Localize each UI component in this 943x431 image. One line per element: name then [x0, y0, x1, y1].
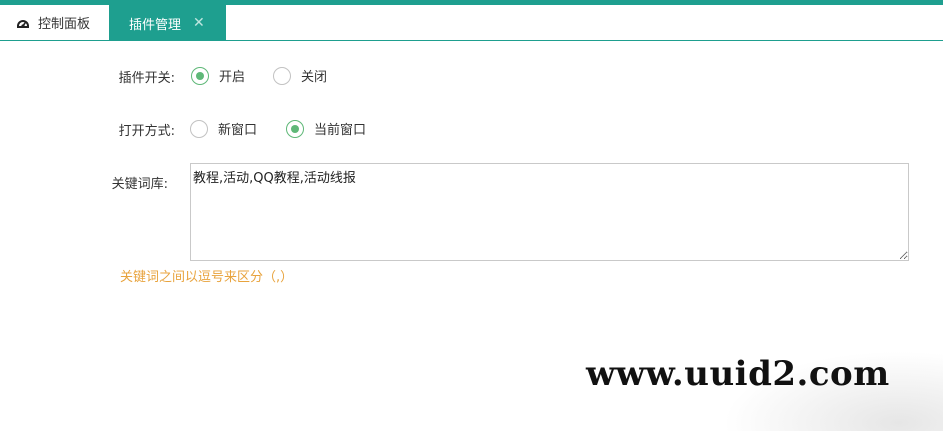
tab-dashboard[interactable]: 控制面板: [0, 5, 109, 40]
close-icon[interactable]: ✕: [193, 16, 205, 30]
plugin-switch-label: 插件开关:: [118, 71, 175, 86]
keywords-textarea[interactable]: 教程,活动,QQ教程,活动线报: [190, 163, 909, 261]
keywords-hint: 关键词之间以逗号来区分（,）: [120, 270, 294, 285]
radio-new-window[interactable]: 新窗口: [190, 119, 257, 138]
tab-plugin-management[interactable]: 插件管理 ✕: [109, 5, 226, 41]
watermark-text: www.uuid2.com: [586, 354, 890, 394]
radio-plugin-off-label: 关闭: [301, 70, 328, 85]
radio-new-window-label: 新窗口: [218, 123, 258, 138]
open-mode-label: 打开方式:: [118, 124, 175, 139]
radio-checked-icon: [286, 119, 304, 138]
tab-bar: 控制面板 插件管理 ✕: [0, 5, 943, 41]
radio-unchecked-icon: [190, 119, 208, 138]
radio-unchecked-icon: [273, 66, 291, 85]
tab-plugin-management-label: 插件管理: [129, 17, 182, 33]
radio-current-window-label: 当前窗口: [314, 123, 367, 138]
radio-plugin-on[interactable]: 开启: [191, 66, 245, 85]
dashboard-icon: [16, 16, 30, 30]
radio-checked-icon: [191, 66, 209, 85]
keywords-label: 关键词库:: [111, 177, 168, 192]
radio-plugin-on-label: 开启: [219, 70, 246, 85]
tab-dashboard-label: 控制面板: [38, 17, 91, 32]
radio-plugin-off[interactable]: 关闭: [273, 66, 327, 85]
radio-current-window[interactable]: 当前窗口: [286, 119, 366, 138]
